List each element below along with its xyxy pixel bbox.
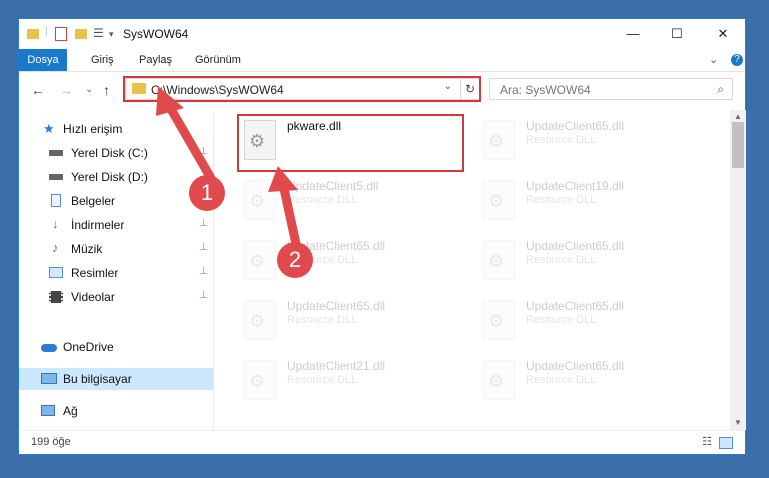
step-badge-1: 1	[189, 175, 225, 211]
arrow-2	[268, 166, 301, 249]
step-badge-2: 2	[277, 242, 313, 278]
annotation-arrows	[156, 86, 301, 249]
arrow-1	[156, 86, 217, 185]
